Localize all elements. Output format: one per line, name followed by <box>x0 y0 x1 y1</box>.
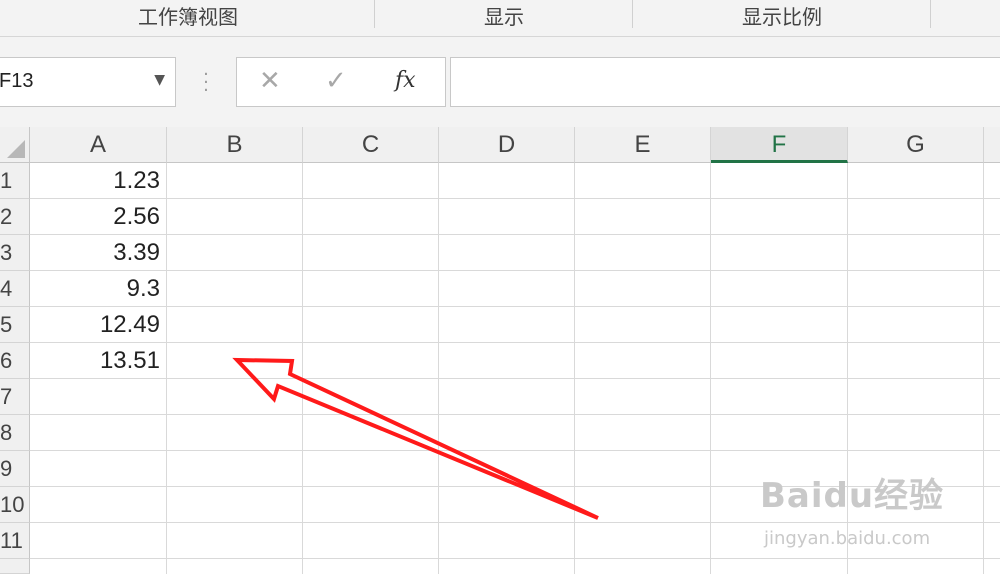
check-icon[interactable]: ✓ <box>325 66 347 96</box>
watermark-url: jingyan.baidu.com <box>764 528 931 549</box>
cell-a4[interactable]: 9.3 <box>30 271 160 307</box>
row-header-9[interactable]: 9 <box>0 451 30 487</box>
ribbon-group-workbook-views: 工作簿视图 <box>138 5 238 29</box>
cell-a2[interactable]: 2.56 <box>30 199 160 235</box>
grid-line <box>574 163 575 574</box>
ribbon-group-labels: 工作簿视图 显示 显示比例 <box>0 0 1000 37</box>
cell-a3[interactable]: 3.39 <box>30 235 160 271</box>
row-header-5[interactable]: 5 <box>0 307 30 343</box>
row-header-10[interactable]: 10 <box>0 487 30 523</box>
grid-line <box>438 163 439 574</box>
row-header-4[interactable]: 4 <box>0 271 30 307</box>
row-header-partial[interactable] <box>0 559 30 574</box>
row-header-1[interactable]: 1 <box>0 163 30 199</box>
column-header-b[interactable]: B <box>167 127 303 163</box>
grid-line <box>302 163 303 574</box>
grid-line <box>30 450 1000 451</box>
grid-line <box>30 378 1000 379</box>
ribbon-group-zoom: 显示比例 <box>742 5 822 29</box>
row-header-6[interactable]: 6 <box>0 343 30 379</box>
formula-input[interactable] <box>450 57 1000 107</box>
close-icon[interactable]: ✕ <box>259 66 281 96</box>
column-header-c[interactable]: C <box>303 127 439 163</box>
column-header-f[interactable]: F <box>711 127 848 163</box>
ribbon-separator <box>632 0 633 28</box>
ribbon-separator <box>374 0 375 28</box>
column-header-d[interactable]: D <box>439 127 575 163</box>
grid-line <box>710 163 711 574</box>
column-header-e[interactable]: E <box>575 127 711 163</box>
grid-line <box>166 163 167 574</box>
grid-line <box>30 234 1000 235</box>
row-header-3[interactable]: 3 <box>0 235 30 271</box>
grid-line <box>30 306 1000 307</box>
column-header-g[interactable]: G <box>848 127 984 163</box>
chevron-down-icon[interactable]: ▼ <box>154 72 165 88</box>
row-header-8[interactable]: 8 <box>0 415 30 451</box>
cell-a1[interactable]: 1.23 <box>30 163 160 199</box>
insert-function-button[interactable]: fx <box>395 68 416 93</box>
grid-line <box>983 163 984 574</box>
grid-line <box>30 270 1000 271</box>
select-all-button[interactable] <box>0 127 30 163</box>
select-all-triangle-icon <box>7 140 25 158</box>
cell-a5[interactable]: 12.49 <box>30 307 160 343</box>
baidu-watermark: Baidu经验 jingyan.baidu.com <box>760 468 945 549</box>
row-header-11[interactable]: 11 <box>0 523 30 559</box>
grid-line <box>30 198 1000 199</box>
grid-line <box>30 558 1000 559</box>
watermark-brand: Baidu经验 <box>760 476 945 516</box>
grid-line <box>30 342 1000 343</box>
ribbon-separator <box>930 0 931 28</box>
grid-line <box>30 522 1000 523</box>
name-box[interactable]: F13 ▼ <box>0 57 176 107</box>
column-header-a[interactable]: A <box>30 127 167 163</box>
column-header-partial[interactable] <box>984 127 1000 163</box>
row-header-7[interactable]: 7 <box>0 379 30 415</box>
grid-line <box>30 414 1000 415</box>
name-box-value: F13 <box>0 70 34 92</box>
formula-bar: F13 ▼ · · · ✕ ✓ fx <box>0 37 1000 127</box>
row-header-2[interactable]: 2 <box>0 199 30 235</box>
formula-actions: ✕ ✓ fx <box>236 57 446 107</box>
ribbon-group-show: 显示 <box>484 5 524 29</box>
formula-bar-resize-handle[interactable]: · · · <box>202 66 210 100</box>
cell-a6[interactable]: 13.51 <box>30 343 160 379</box>
